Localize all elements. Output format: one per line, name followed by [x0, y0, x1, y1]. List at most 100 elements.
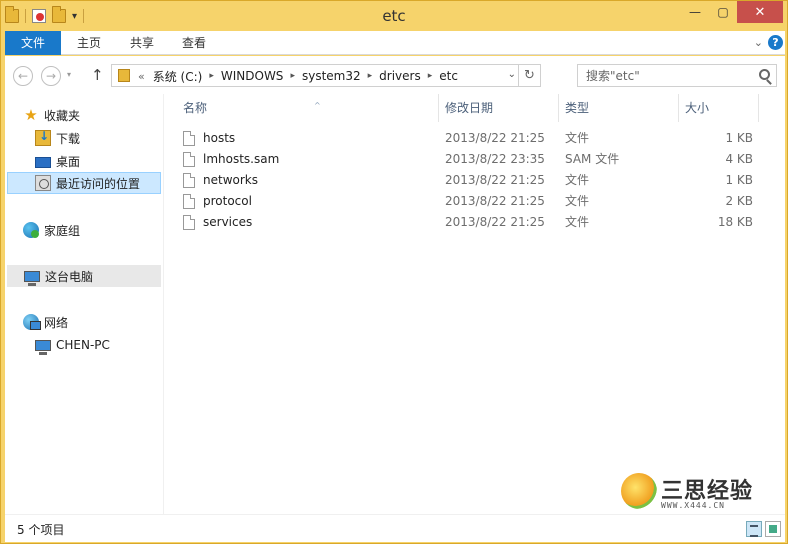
- large-icons-view-icon[interactable]: [765, 521, 781, 537]
- navpane-item-favorites[interactable]: ★ 收藏夹: [23, 104, 80, 126]
- navpane-label: 下载: [56, 131, 81, 146]
- desktop-icon: [35, 156, 51, 168]
- explorer-window: ▾ etc — ▢ ✕ 文件 主页 共享 查看 ⌄ ? ← → ▾ ↑ « 系统…: [0, 0, 788, 544]
- breadcrumb-item-drivers[interactable]: drivers: [379, 69, 421, 83]
- column-label: 名称: [183, 101, 208, 115]
- navpane-item-network[interactable]: 网络: [23, 311, 68, 333]
- column-header-date[interactable]: 修改日期: [439, 94, 559, 122]
- address-bar[interactable]: « 系统 (C:) ▸ WINDOWS ▸ system32 ▸ drivers…: [111, 64, 541, 87]
- column-header-name[interactable]: 名称 ^: [177, 94, 439, 122]
- file-date: 2013/8/22 21:25: [445, 194, 545, 208]
- recent-places-icon: [35, 175, 51, 191]
- tab-view[interactable]: 查看: [173, 31, 215, 55]
- file-type: 文件: [565, 194, 590, 208]
- file-list: 名称 ^ 修改日期 类型 大小 hosts 2013/8/22 21:25 文件…: [165, 94, 785, 514]
- file-date: 2013/8/22 21:25: [445, 215, 545, 229]
- table-row[interactable]: hosts 2013/8/22 21:25 文件 1 KB: [177, 128, 767, 149]
- file-name: networks: [203, 173, 258, 187]
- search-input[interactable]: [578, 65, 753, 86]
- file-type: 文件: [565, 215, 590, 229]
- table-row[interactable]: lmhosts.sam 2013/8/22 23:35 SAM 文件 4 KB: [177, 149, 767, 170]
- file-size: 1 KB: [725, 173, 753, 187]
- breadcrumb: « 系统 (C:) ▸ WINDOWS ▸ system32 ▸ drivers…: [138, 68, 458, 84]
- ribbon-tabs: 文件 主页 共享 查看 ⌄ ?: [5, 31, 785, 55]
- details-view-icon[interactable]: [746, 521, 762, 537]
- homegroup-icon: [23, 222, 39, 238]
- status-bar: 5 个项目: [5, 514, 785, 542]
- file-name: hosts: [203, 131, 236, 145]
- download-folder-icon: [35, 129, 51, 146]
- sort-ascending-icon: ^: [314, 101, 321, 110]
- file-date: 2013/8/22 21:25: [445, 131, 545, 145]
- navpane-item-computer[interactable]: CHEN-PC: [35, 334, 110, 356]
- computer-icon: [35, 340, 51, 355]
- breadcrumb-separator-icon[interactable]: ▸: [368, 71, 373, 81]
- breadcrumb-separator-icon[interactable]: ▸: [209, 71, 214, 81]
- folder-icon: [118, 69, 130, 82]
- navpane-label: CHEN-PC: [56, 338, 110, 352]
- navpane-label: 这台电脑: [45, 269, 94, 284]
- file-date: 2013/8/22 23:35: [445, 152, 545, 166]
- file-size: 1 KB: [725, 131, 753, 145]
- navpane-item-this-pc[interactable]: 这台电脑: [7, 265, 161, 287]
- navpane-item-desktop[interactable]: 桌面: [35, 150, 80, 172]
- tab-file[interactable]: 文件: [5, 31, 61, 55]
- refresh-button[interactable]: ↻: [518, 65, 540, 86]
- column-header-size[interactable]: 大小: [679, 94, 759, 122]
- recent-locations-icon[interactable]: ▾: [67, 70, 71, 79]
- file-type: 文件: [565, 131, 590, 145]
- breadcrumb-separator-icon[interactable]: ▸: [290, 71, 295, 81]
- search-box: [577, 64, 777, 87]
- breadcrumb-item-windows[interactable]: WINDOWS: [221, 69, 284, 83]
- pane-divider[interactable]: [163, 94, 164, 514]
- window-title: etc: [382, 7, 406, 25]
- network-icon: [23, 314, 41, 330]
- file-size: 2 KB: [725, 194, 753, 208]
- navigation-bar: ← → ▾ ↑ « 系统 (C:) ▸ WINDOWS ▸ system32 ▸…: [5, 56, 785, 94]
- navpane-label: 网络: [44, 315, 69, 330]
- title-bar: ▾ etc — ▢ ✕: [1, 1, 787, 31]
- forward-button[interactable]: →: [41, 66, 61, 86]
- address-dropdown-icon[interactable]: ⌄: [508, 69, 516, 80]
- navpane-label: 最近访问的位置: [56, 176, 141, 191]
- file-type: 文件: [565, 173, 590, 187]
- breadcrumb-item-etc[interactable]: etc: [439, 69, 458, 83]
- column-header-type[interactable]: 类型: [559, 94, 679, 122]
- file-name: protocol: [203, 194, 252, 208]
- breadcrumb-item-drive[interactable]: 系统 (C:): [153, 68, 203, 85]
- breadcrumb-overflow-icon[interactable]: «: [138, 70, 145, 83]
- table-row[interactable]: protocol 2013/8/22 21:25 文件 2 KB: [177, 191, 767, 212]
- item-count: 5 个项目: [17, 523, 65, 537]
- navpane-item-recent[interactable]: 最近访问的位置: [7, 172, 161, 194]
- search-icon[interactable]: [759, 69, 770, 80]
- navpane-label: 收藏夹: [44, 108, 81, 123]
- file-name: lmhosts.sam: [203, 152, 280, 166]
- computer-icon: [24, 271, 40, 286]
- minimize-button[interactable]: —: [681, 1, 709, 23]
- view-switcher: [746, 521, 781, 537]
- navpane-label: 家庭组: [44, 223, 81, 238]
- expand-ribbon-icon[interactable]: ⌄: [754, 36, 763, 49]
- window-controls: — ▢ ✕: [681, 1, 783, 23]
- help-icon[interactable]: ?: [768, 35, 783, 50]
- back-button[interactable]: ←: [13, 66, 33, 86]
- file-size: 4 KB: [725, 152, 753, 166]
- table-row[interactable]: services 2013/8/22 21:25 文件 18 KB: [177, 212, 767, 233]
- close-button[interactable]: ✕: [737, 1, 783, 23]
- breadcrumb-separator-icon[interactable]: ▸: [428, 71, 433, 81]
- navpane-item-homegroup[interactable]: 家庭组: [23, 219, 80, 241]
- watermark: 三思经验 WWW.X444.CN: [621, 471, 771, 515]
- main-content: ★ 收藏夹 下载 桌面 最近访问的位置 家庭组 这台电脑: [5, 94, 785, 514]
- file-size: 18 KB: [717, 215, 753, 229]
- table-row[interactable]: networks 2013/8/22 21:25 文件 1 KB: [177, 170, 767, 191]
- breadcrumb-item-system32[interactable]: system32: [302, 69, 361, 83]
- navpane-label: 桌面: [56, 154, 81, 169]
- navigation-pane: ★ 收藏夹 下载 桌面 最近访问的位置 家庭组 这台电脑: [5, 94, 163, 514]
- tab-share[interactable]: 共享: [121, 31, 163, 55]
- navpane-item-downloads[interactable]: 下载: [35, 127, 80, 149]
- watermark-logo-icon: [621, 473, 657, 509]
- up-button[interactable]: ↑: [91, 66, 104, 84]
- maximize-button[interactable]: ▢: [709, 1, 737, 23]
- tab-home[interactable]: 主页: [69, 31, 109, 55]
- file-type: SAM 文件: [565, 152, 620, 166]
